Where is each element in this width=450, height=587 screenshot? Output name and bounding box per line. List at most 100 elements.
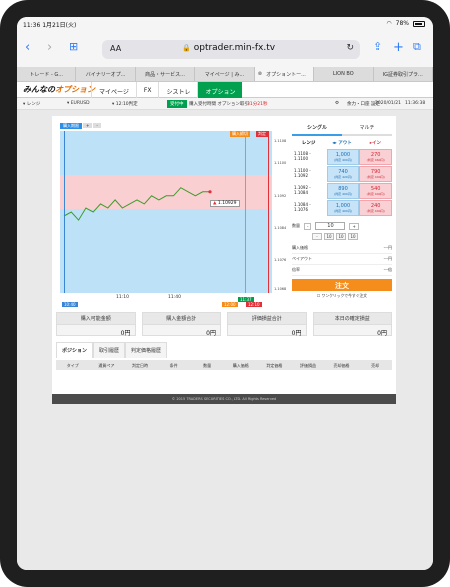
kv-value: ---倍 xyxy=(383,267,392,272)
one-click-label: ワンクリックで今すぐ注文 xyxy=(321,293,368,298)
current-price-label: ▲ 1.10929 xyxy=(210,200,240,207)
remaining-time: 31分21秒 xyxy=(247,102,268,107)
summary-value: 0円 xyxy=(206,330,216,337)
zoom-in-button[interactable]: + xyxy=(83,123,93,128)
browser-tab[interactable]: マイページ | み... xyxy=(195,67,255,81)
nav-option[interactable]: オプション xyxy=(197,82,243,98)
in-price-button[interactable]: 240 (判定 440円) xyxy=(359,200,393,216)
in-price-button[interactable]: 270 (判定 460円) xyxy=(359,149,393,165)
out-price-button[interactable]: 740 (判定 420円) xyxy=(326,166,360,182)
out-price-button[interactable]: 1,000 (判定 400円) xyxy=(326,149,360,165)
kv-key: ペイアウト xyxy=(292,256,312,261)
y-tick: 1.1076 xyxy=(274,258,287,262)
order-tabs: シングル マルチ xyxy=(292,121,392,136)
in-price-button[interactable]: 540 (判定 440円) xyxy=(359,183,393,199)
col-header: 数量 xyxy=(203,363,212,368)
price-line-svg xyxy=(63,187,212,221)
quote-header-in: ▸イン xyxy=(369,141,381,146)
nav-fx[interactable]: FX xyxy=(135,82,159,98)
kv-value: ---円 xyxy=(383,256,392,261)
position-tabs: ポジション 取引履歴 判定価格履歴 xyxy=(56,342,168,358)
quote-header-out: ◂▸ アウト xyxy=(332,141,352,146)
price-series-line xyxy=(63,187,210,221)
browser-tab[interactable]: 商品・サービス... xyxy=(136,67,196,81)
mode-select[interactable]: ▾ レンジ xyxy=(23,101,40,107)
tab-positions[interactable]: ポジション xyxy=(56,342,94,358)
logo-text-a: みんなの xyxy=(23,85,55,94)
out-price-button[interactable]: 1,000 (判定 400円) xyxy=(326,200,360,216)
quick-qty-buttons: - 10 10 10 xyxy=(312,233,392,240)
qty-preset-button[interactable]: 10 xyxy=(324,233,334,240)
browser-tab[interactable]: IG証券取引プラ... xyxy=(374,67,433,81)
deadline-tag: 購入締切 xyxy=(230,131,250,137)
text-size-button[interactable]: AA xyxy=(110,44,121,53)
screen: 11:36 1月21日(火) ◠78% ‹ › ⊞ AA optrader.mi… xyxy=(17,17,433,570)
y-tick: 1.1100 xyxy=(274,161,287,165)
clock: 11:36 xyxy=(23,22,41,29)
trade-panel: 購入期限 + - ▲ 1.10929 購入締切 判定 1.1108 1.1100 1… xyxy=(52,116,396,394)
qty-preset-button[interactable]: 10 xyxy=(348,233,358,240)
back-icon[interactable]: ‹ xyxy=(25,40,30,55)
out-price-button[interactable]: 890 (判定 400円) xyxy=(326,183,360,199)
summary-value: 0円 xyxy=(377,330,387,337)
settings-gear-icon[interactable]: ⚙ xyxy=(335,101,339,106)
out-sub: (判定 420円) xyxy=(333,175,353,179)
browser-tab[interactable]: トレード - G... xyxy=(17,67,77,81)
new-tab-icon[interactable]: + xyxy=(393,40,404,55)
nav-systrade[interactable]: シストレ xyxy=(158,82,197,98)
bookmarks-icon[interactable]: ⊞ xyxy=(69,40,78,53)
summary-card: 購入可能金額 0円 xyxy=(56,312,136,337)
qty-add-button[interactable]: + xyxy=(349,222,359,230)
summary-label: 本日の確定損益 xyxy=(313,313,391,325)
close-tab-icon[interactable]: ⊗ xyxy=(258,71,262,77)
battery-percent: 78% xyxy=(395,20,409,27)
one-click-toggle[interactable]: ☐ ワンクリックで今すぐ注文 xyxy=(292,293,392,299)
col-header: 判定価格 xyxy=(266,363,283,368)
zoom-out-button[interactable]: - xyxy=(93,123,101,128)
pair-select[interactable]: ▾ EURUSD xyxy=(67,101,90,106)
date: 1月21日(火) xyxy=(42,22,77,29)
strike-range: 1.1092 - 1.1084 xyxy=(294,185,311,195)
out-sub: (判定 400円) xyxy=(333,209,353,213)
site-logo[interactable]: みんなのオプション xyxy=(23,84,95,95)
share-icon[interactable]: ⇪ xyxy=(373,40,382,53)
col-header: 条件 xyxy=(169,363,178,368)
tabs-icon[interactable]: ⧉ xyxy=(413,40,421,54)
account-summary: 購入可能金額 0円 購入金額合計 0円 評価損益合計 0円 本日の確定損益 0円 xyxy=(56,312,392,337)
col-header: 評価損益 xyxy=(299,363,316,368)
order-button[interactable]: 注文 xyxy=(292,279,392,291)
wifi-icon: ◠ xyxy=(386,20,392,27)
browser-tab-label: オプショントー... xyxy=(266,72,306,78)
browser-tab[interactable]: バイナリーオプ... xyxy=(76,67,136,81)
browser-tab-active[interactable]: ⊗ オプショントー... xyxy=(254,67,315,81)
reload-icon[interactable]: ↻ xyxy=(346,43,354,53)
out-sub: (判定 400円) xyxy=(333,158,353,162)
nav-mypage[interactable]: マイページ xyxy=(91,82,136,98)
in-price-button[interactable]: 790 (判定 440円) xyxy=(359,166,393,182)
page-body: 購入期限 + - ▲ 1.10929 購入締切 判定 1.1108 1.1100 1… xyxy=(17,110,433,570)
server-date: 2020/01/21 xyxy=(375,101,401,106)
ipad-frame: 11:36 1月21日(火) ◠78% ‹ › ⊞ AA optrader.mi… xyxy=(0,0,450,587)
qty-preset-button[interactable]: 10 xyxy=(336,233,346,240)
deadline-button[interactable]: 購入期限 xyxy=(60,123,82,129)
col-header: 売却価格 xyxy=(333,363,350,368)
qty-plus-button[interactable]: - xyxy=(304,222,312,230)
tab-judge-history[interactable]: 判定価格履歴 xyxy=(125,342,168,358)
in-sub: (判定 440円) xyxy=(366,175,385,179)
quantity-input[interactable]: 10 xyxy=(315,222,346,230)
y-tick: 1.1108 xyxy=(274,139,287,143)
round-select[interactable]: ▾ 12:10判定 xyxy=(112,101,138,107)
browser-tabs: トレード - G... バイナリーオプ... 商品・サービス... マイページ … xyxy=(17,67,433,82)
address-bar[interactable]: AA optrader.min-fx.tv ↻ xyxy=(102,40,360,59)
forward-icon[interactable]: › xyxy=(47,40,52,55)
col-header: 売却 xyxy=(371,363,380,368)
x-tick: 11:40 xyxy=(168,295,181,300)
qty-minus-button[interactable]: - xyxy=(312,233,322,240)
purchase-price-row: 購入価格 ---円 xyxy=(292,243,392,254)
status-bar: 11:36 1月21日(火) ◠ 78% xyxy=(17,17,433,31)
browser-tab[interactable]: LION BO xyxy=(314,67,374,81)
summary-label: 購入金額合計 xyxy=(142,313,220,325)
tab-single[interactable]: シングル xyxy=(292,121,342,136)
tab-history[interactable]: 取引履歴 xyxy=(93,342,126,358)
tab-multi[interactable]: マルチ xyxy=(342,121,392,136)
